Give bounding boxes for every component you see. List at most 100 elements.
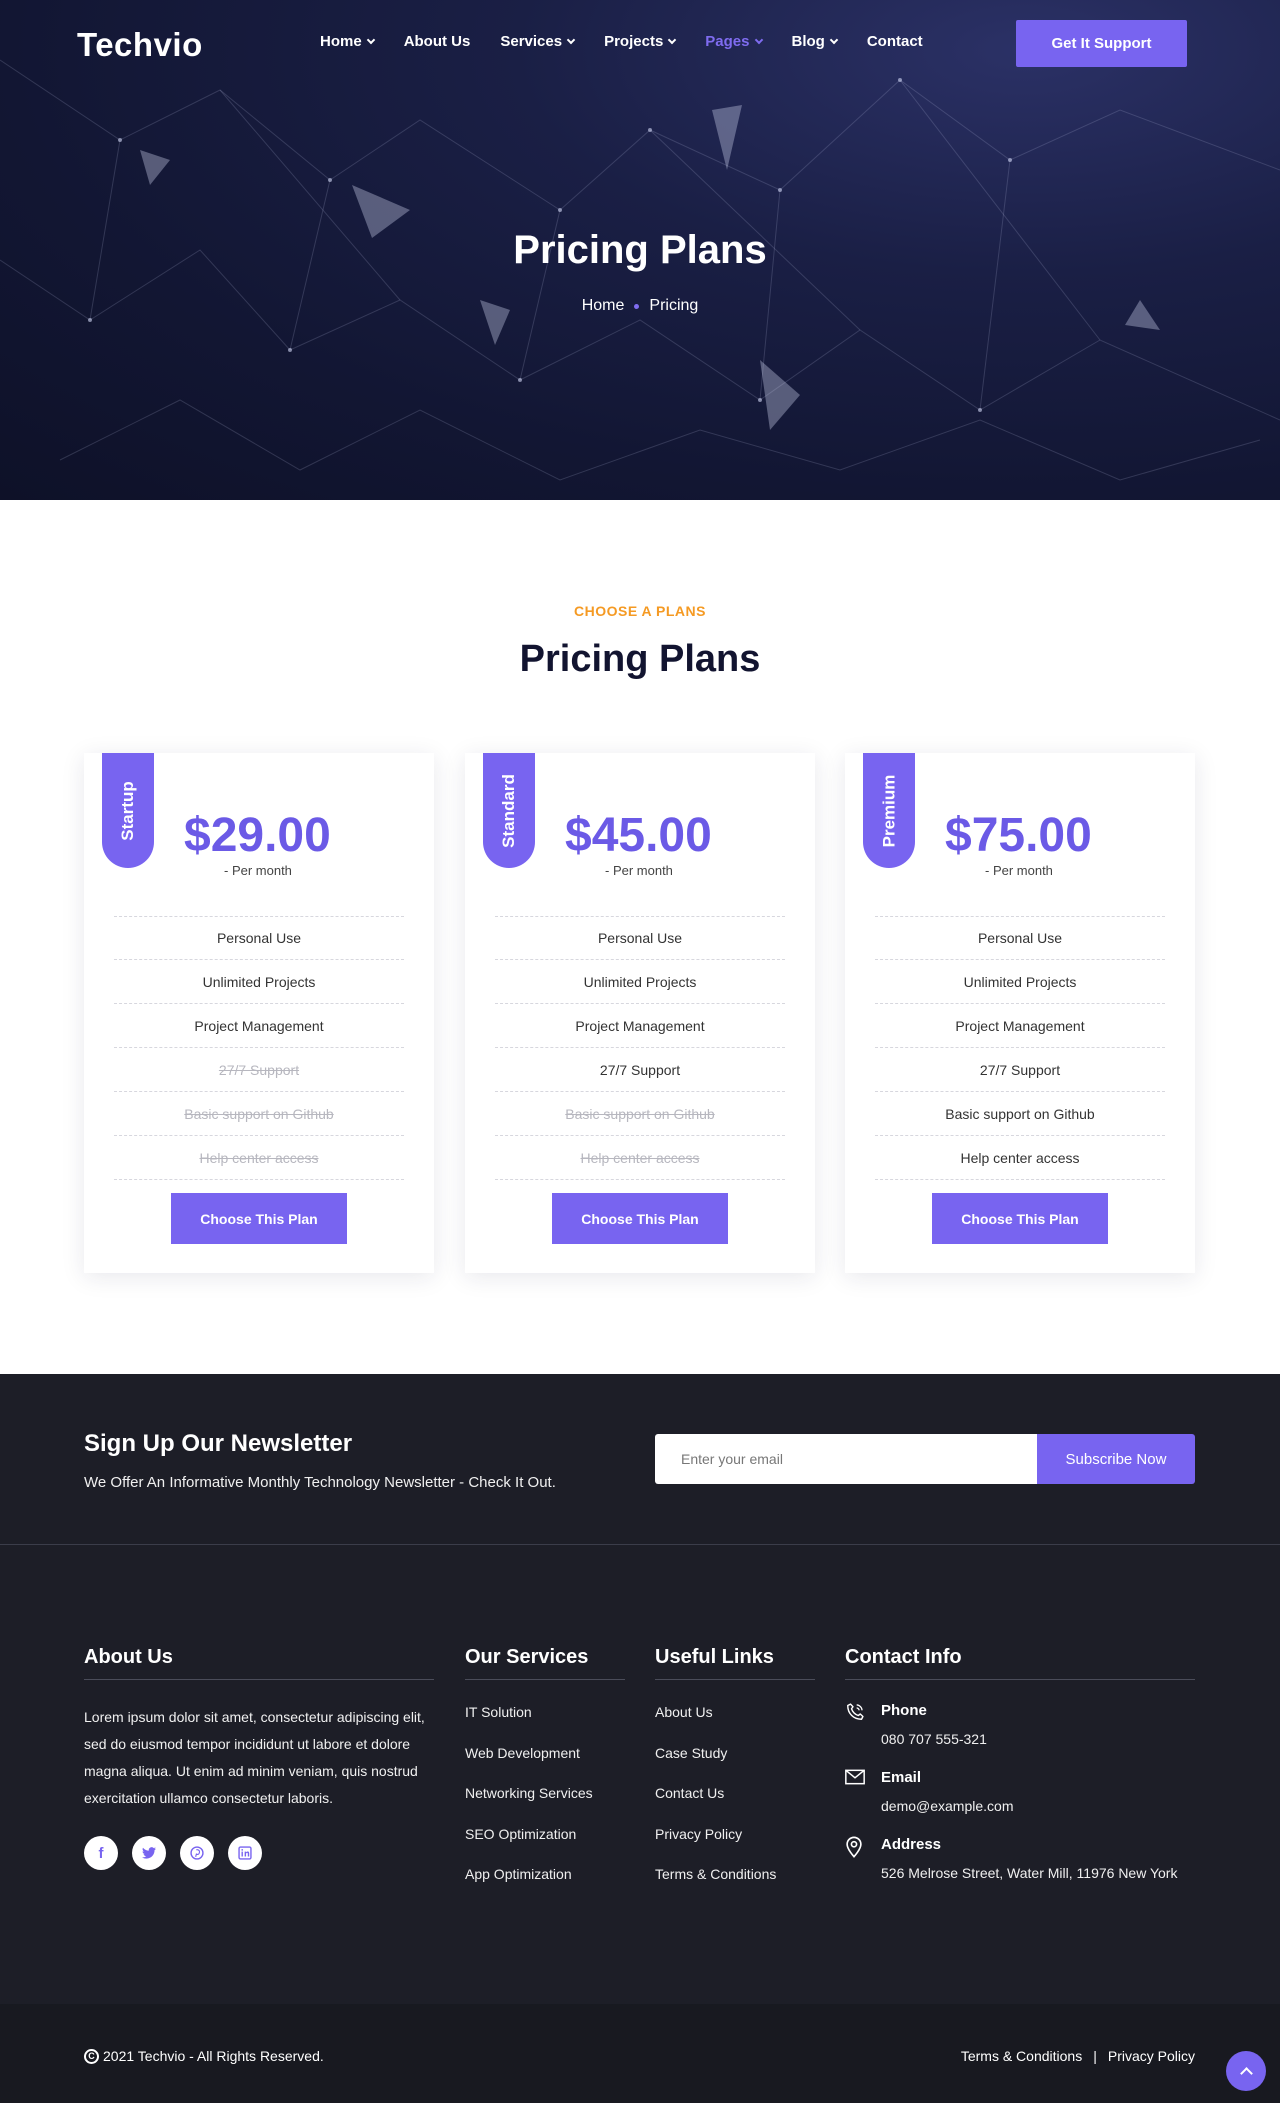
plan-name: Startup <box>118 780 137 841</box>
feature-item: 27/7 Support <box>495 1048 785 1092</box>
pricing-card-standard: Standard $45.00 - Per month Personal Use… <box>465 753 815 1273</box>
legal-separator: | <box>1093 2048 1097 2064</box>
contact-email: Email demo@example.com <box>845 1769 1195 1814</box>
breadcrumb-separator <box>634 303 640 309</box>
breadcrumb: Home Pricing <box>0 297 1280 315</box>
feature-item-unavailable: Basic support on Github <box>114 1092 404 1136</box>
copyright: C 2021 Techvio - All Rights Reserved. <box>84 2048 324 2064</box>
pinterest-icon[interactable] <box>180 1836 214 1870</box>
nav-item-blog[interactable]: Blog <box>791 33 839 50</box>
nav-item-home[interactable]: Home <box>320 33 375 50</box>
footer-link[interactable]: SEO Optimization <box>465 1826 625 1867</box>
plan-name-ribbon: Standard <box>483 753 535 868</box>
column-title: Our Services <box>465 1646 625 1680</box>
column-title: Useful Links <box>655 1646 815 1680</box>
copyright-bar: C 2021 Techvio - All Rights Reserved. Te… <box>0 2004 1280 2103</box>
main-navigation: Techvio Home About Us Services Projects … <box>0 0 1280 86</box>
chevron-up-icon <box>1239 2066 1253 2080</box>
feature-item: Project Management <box>495 1004 785 1048</box>
footer-services-column: Our Services IT Solution Web Development… <box>465 1646 625 1907</box>
get-support-button[interactable]: Get It Support <box>1016 20 1187 67</box>
plan-name: Standard <box>499 773 518 848</box>
column-title: Contact Info <box>845 1646 1195 1680</box>
footer-link[interactable]: Contact Us <box>655 1785 815 1826</box>
back-to-top-button[interactable] <box>1226 2051 1266 2091</box>
newsletter-text: We Offer An Informative Monthly Technolo… <box>84 1474 556 1491</box>
chevron-down-icon <box>566 35 576 44</box>
nav-menu: Home About Us Services Projects Pages Bl… <box>320 33 953 50</box>
twitter-icon[interactable] <box>132 1836 166 1870</box>
terms-link[interactable]: Terms & Conditions <box>961 2048 1082 2064</box>
choose-plan-button[interactable]: Choose This Plan <box>932 1193 1108 1244</box>
nav-item-pages[interactable]: Pages <box>705 33 763 50</box>
nav-item-services[interactable]: Services <box>500 33 576 50</box>
nav-label: Services <box>500 33 563 50</box>
feature-item-unavailable: Help center access <box>495 1136 785 1180</box>
plan-name-ribbon: Startup <box>102 753 154 868</box>
feature-item-unavailable: 27/7 Support <box>114 1048 404 1092</box>
footer-link[interactable]: About Us <box>655 1704 815 1745</box>
page-title: Pricing Plans <box>513 228 767 272</box>
feature-item: Help center access <box>875 1136 1165 1180</box>
facebook-icon[interactable]: f <box>84 1836 118 1870</box>
pricing-card-premium: Premium $75.00 - Per month Personal Use … <box>845 753 1195 1273</box>
chevron-down-icon <box>829 35 839 44</box>
nav-item-about[interactable]: About Us <box>404 33 471 50</box>
footer-link[interactable]: App Optimization <box>465 1866 625 1907</box>
breadcrumb-current: Pricing <box>649 297 699 314</box>
footer-link[interactable]: Web Development <box>465 1745 625 1786</box>
nav-item-contact[interactable]: Contact <box>867 33 923 50</box>
feature-item: Personal Use <box>495 916 785 960</box>
newsletter-email-input[interactable] <box>655 1434 1038 1484</box>
contact-phone-value[interactable]: 080 707 555-321 <box>881 1731 987 1747</box>
choose-plan-button[interactable]: Choose This Plan <box>552 1193 728 1244</box>
choose-plan-button[interactable]: Choose This Plan <box>171 1193 347 1244</box>
plan-period: - Per month <box>985 863 1053 878</box>
footer-link[interactable]: IT Solution <box>465 1704 625 1745</box>
newsletter-title: Sign Up Our Newsletter <box>84 1430 353 1457</box>
contact-address-value: 526 Melrose Street, Water Mill, 11976 Ne… <box>881 1865 1178 1881</box>
plan-price: $29.00 <box>184 809 331 862</box>
chevron-down-icon <box>668 35 677 44</box>
contact-address: Address 526 Melrose Street, Water Mill, … <box>845 1836 1195 1881</box>
chevron-down-icon <box>366 35 375 44</box>
footer-contact-column: Contact Info Phone 080 707 555-321 Email… <box>845 1646 1195 1881</box>
section-subtitle: CHOOSE A PLANS <box>574 603 706 619</box>
feature-list: Personal Use Unlimited Projects Project … <box>875 916 1165 1180</box>
privacy-link[interactable]: Privacy Policy <box>1108 2048 1195 2064</box>
feature-item: Personal Use <box>114 916 404 960</box>
footer-divider <box>0 1544 1280 1545</box>
envelope-icon <box>845 1769 881 1814</box>
footer-link[interactable]: Terms & Conditions <box>655 1866 815 1907</box>
nav-label: Blog <box>791 33 825 50</box>
about-text: Lorem ipsum dolor sit amet, consectetur … <box>84 1709 425 1806</box>
nav-item-projects[interactable]: Projects <box>604 33 677 50</box>
legal-links: Terms & Conditions | Privacy Policy <box>961 2048 1195 2064</box>
nav-label: Projects <box>604 33 664 50</box>
feature-item: Personal Use <box>875 916 1165 960</box>
plan-price: $45.00 <box>565 809 712 862</box>
nav-label: Contact <box>866 33 923 50</box>
contact-phone: Phone 080 707 555-321 <box>845 1702 1195 1747</box>
plan-name: Premium <box>879 774 898 847</box>
subscribe-button[interactable]: Subscribe Now <box>1037 1434 1195 1484</box>
copyright-icon: C <box>84 2048 99 2064</box>
plan-period: - Per month <box>224 863 292 878</box>
site-logo[interactable]: Techvio <box>77 26 203 64</box>
contact-email-value[interactable]: demo@example.com <box>881 1798 1014 1814</box>
feature-item-unavailable: Help center access <box>114 1136 404 1180</box>
footer-link[interactable]: Networking Services <box>465 1785 625 1826</box>
nav-label: Home <box>320 33 362 50</box>
nav-label: Pages <box>705 33 750 50</box>
contact-label: Address <box>881 1836 942 1853</box>
pricing-card-startup: Startup $29.00 - Per month Personal Use … <box>84 753 434 1273</box>
feature-list: Personal Use Unlimited Projects Project … <box>114 916 404 1180</box>
footer-about-column: About Us Lorem ipsum dolor sit amet, con… <box>84 1646 434 1870</box>
footer-link[interactable]: Privacy Policy <box>655 1826 815 1867</box>
feature-item: Unlimited Projects <box>495 960 785 1004</box>
breadcrumb-home-link[interactable]: Home <box>582 297 625 315</box>
contact-label: Email <box>881 1769 922 1786</box>
linkedin-icon[interactable] <box>228 1836 262 1870</box>
footer-link[interactable]: Case Study <box>655 1745 815 1786</box>
location-pin-icon <box>845 1836 881 1881</box>
